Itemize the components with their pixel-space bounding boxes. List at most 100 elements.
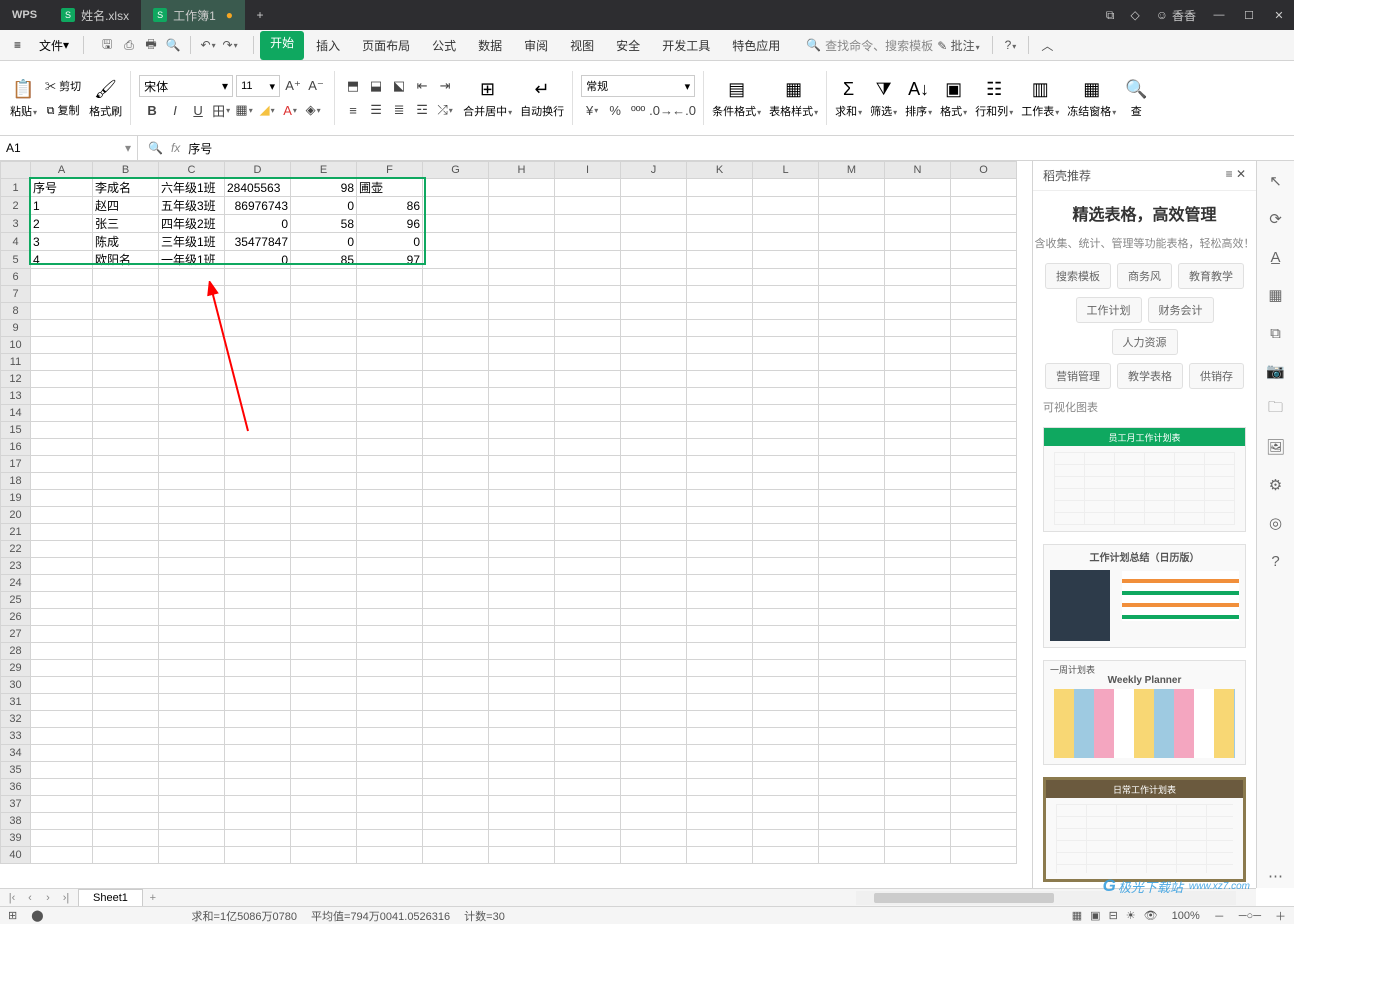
- cell-A12[interactable]: [31, 371, 93, 388]
- cell-N8[interactable]: [885, 303, 951, 320]
- preview-icon[interactable]: 🔍: [164, 36, 182, 54]
- cell-C21[interactable]: [159, 524, 225, 541]
- cell-J2[interactable]: [621, 197, 687, 215]
- cell-D22[interactable]: [225, 541, 291, 558]
- col-header-D[interactable]: D: [225, 162, 291, 179]
- cell-N23[interactable]: [885, 558, 951, 575]
- format-button[interactable]: ▣格式: [936, 75, 971, 121]
- print-icon[interactable]: 🖶: [142, 36, 160, 54]
- cell-B11[interactable]: [93, 354, 159, 371]
- cell-L10[interactable]: [753, 337, 819, 354]
- cell-L21[interactable]: [753, 524, 819, 541]
- cell-E6[interactable]: [291, 269, 357, 286]
- cell-D26[interactable]: [225, 609, 291, 626]
- cell-D35[interactable]: [225, 762, 291, 779]
- cell-D18[interactable]: [225, 473, 291, 490]
- cell-O18[interactable]: [951, 473, 1017, 490]
- cell-G28[interactable]: [423, 643, 489, 660]
- rtab-home[interactable]: 开始: [260, 31, 304, 60]
- cell-A21[interactable]: [31, 524, 93, 541]
- cell-E13[interactable]: [291, 388, 357, 405]
- row-header-13[interactable]: 13: [1, 388, 31, 405]
- cell-O11[interactable]: [951, 354, 1017, 371]
- filter-button[interactable]: ⧩筛选: [866, 75, 901, 121]
- cell-A36[interactable]: [31, 779, 93, 796]
- align-right-icon[interactable]: ≣: [389, 100, 409, 120]
- cell-B29[interactable]: [93, 660, 159, 677]
- menu-icon[interactable]: ≡: [6, 34, 29, 56]
- cell-C26[interactable]: [159, 609, 225, 626]
- cell-E24[interactable]: [291, 575, 357, 592]
- cell-G32[interactable]: [423, 711, 489, 728]
- cell-C11[interactable]: [159, 354, 225, 371]
- cell-H21[interactable]: [489, 524, 555, 541]
- cell-B10[interactable]: [93, 337, 159, 354]
- cell-M16[interactable]: [819, 439, 885, 456]
- cell-H26[interactable]: [489, 609, 555, 626]
- cell-H28[interactable]: [489, 643, 555, 660]
- cell-K11[interactable]: [687, 354, 753, 371]
- cell-H24[interactable]: [489, 575, 555, 592]
- cell-E36[interactable]: [291, 779, 357, 796]
- rowcol-button[interactable]: ☷行和列: [971, 75, 1017, 121]
- cell-C34[interactable]: [159, 745, 225, 762]
- cell-F12[interactable]: [357, 371, 423, 388]
- row-header-7[interactable]: 7: [1, 286, 31, 303]
- cell-I4[interactable]: [555, 233, 621, 251]
- cell-F13[interactable]: [357, 388, 423, 405]
- cell-B3[interactable]: 张三: [93, 215, 159, 233]
- cell-F3[interactable]: 96: [357, 215, 423, 233]
- cell-D36[interactable]: [225, 779, 291, 796]
- sheet-nav-first[interactable]: |‹: [4, 892, 20, 904]
- cell-J9[interactable]: [621, 320, 687, 337]
- cell-I9[interactable]: [555, 320, 621, 337]
- cell-M14[interactable]: [819, 405, 885, 422]
- cell-B4[interactable]: 陈成: [93, 233, 159, 251]
- grid[interactable]: ABCDEFGHIJKLMNO1序号李成名六年级1班2840556398圃壶21…: [0, 161, 1032, 888]
- col-header-K[interactable]: K: [687, 162, 753, 179]
- cell-I6[interactable]: [555, 269, 621, 286]
- cell-I13[interactable]: [555, 388, 621, 405]
- cell-H34[interactable]: [489, 745, 555, 762]
- cell-G18[interactable]: [423, 473, 489, 490]
- cell-D38[interactable]: [225, 813, 291, 830]
- cell-J35[interactable]: [621, 762, 687, 779]
- cell-A4[interactable]: 3: [31, 233, 93, 251]
- cell-H1[interactable]: [489, 179, 555, 197]
- cell-I21[interactable]: [555, 524, 621, 541]
- cell-F10[interactable]: [357, 337, 423, 354]
- cell-B33[interactable]: [93, 728, 159, 745]
- cell-B26[interactable]: [93, 609, 159, 626]
- cell-J20[interactable]: [621, 507, 687, 524]
- cell-C29[interactable]: [159, 660, 225, 677]
- cell-H17[interactable]: [489, 456, 555, 473]
- cell-N32[interactable]: [885, 711, 951, 728]
- cell-J21[interactable]: [621, 524, 687, 541]
- cell-M24[interactable]: [819, 575, 885, 592]
- style-A-icon[interactable]: A̲: [1264, 245, 1288, 269]
- cell-N33[interactable]: [885, 728, 951, 745]
- cell-L34[interactable]: [753, 745, 819, 762]
- cell-H6[interactable]: [489, 269, 555, 286]
- cell-D13[interactable]: [225, 388, 291, 405]
- cell-N18[interactable]: [885, 473, 951, 490]
- cell-A23[interactable]: [31, 558, 93, 575]
- cell-C1[interactable]: 六年级1班: [159, 179, 225, 197]
- cell-O20[interactable]: [951, 507, 1017, 524]
- fill-color-button[interactable]: ◢: [257, 100, 277, 120]
- cell-D5[interactable]: 0: [225, 251, 291, 269]
- cell-N14[interactable]: [885, 405, 951, 422]
- cell-G20[interactable]: [423, 507, 489, 524]
- cell-N3[interactable]: [885, 215, 951, 233]
- cell-G5[interactable]: [423, 251, 489, 269]
- col-header-O[interactable]: O: [951, 162, 1017, 179]
- cell-J12[interactable]: [621, 371, 687, 388]
- cell-L12[interactable]: [753, 371, 819, 388]
- cell-F6[interactable]: [357, 269, 423, 286]
- cell-A2[interactable]: 1: [31, 197, 93, 215]
- row-header-39[interactable]: 39: [1, 830, 31, 847]
- pill-hr[interactable]: 人力资源: [1112, 329, 1178, 355]
- cell-E19[interactable]: [291, 490, 357, 507]
- cell-J13[interactable]: [621, 388, 687, 405]
- worksheet-button[interactable]: ▥工作表: [1017, 75, 1063, 121]
